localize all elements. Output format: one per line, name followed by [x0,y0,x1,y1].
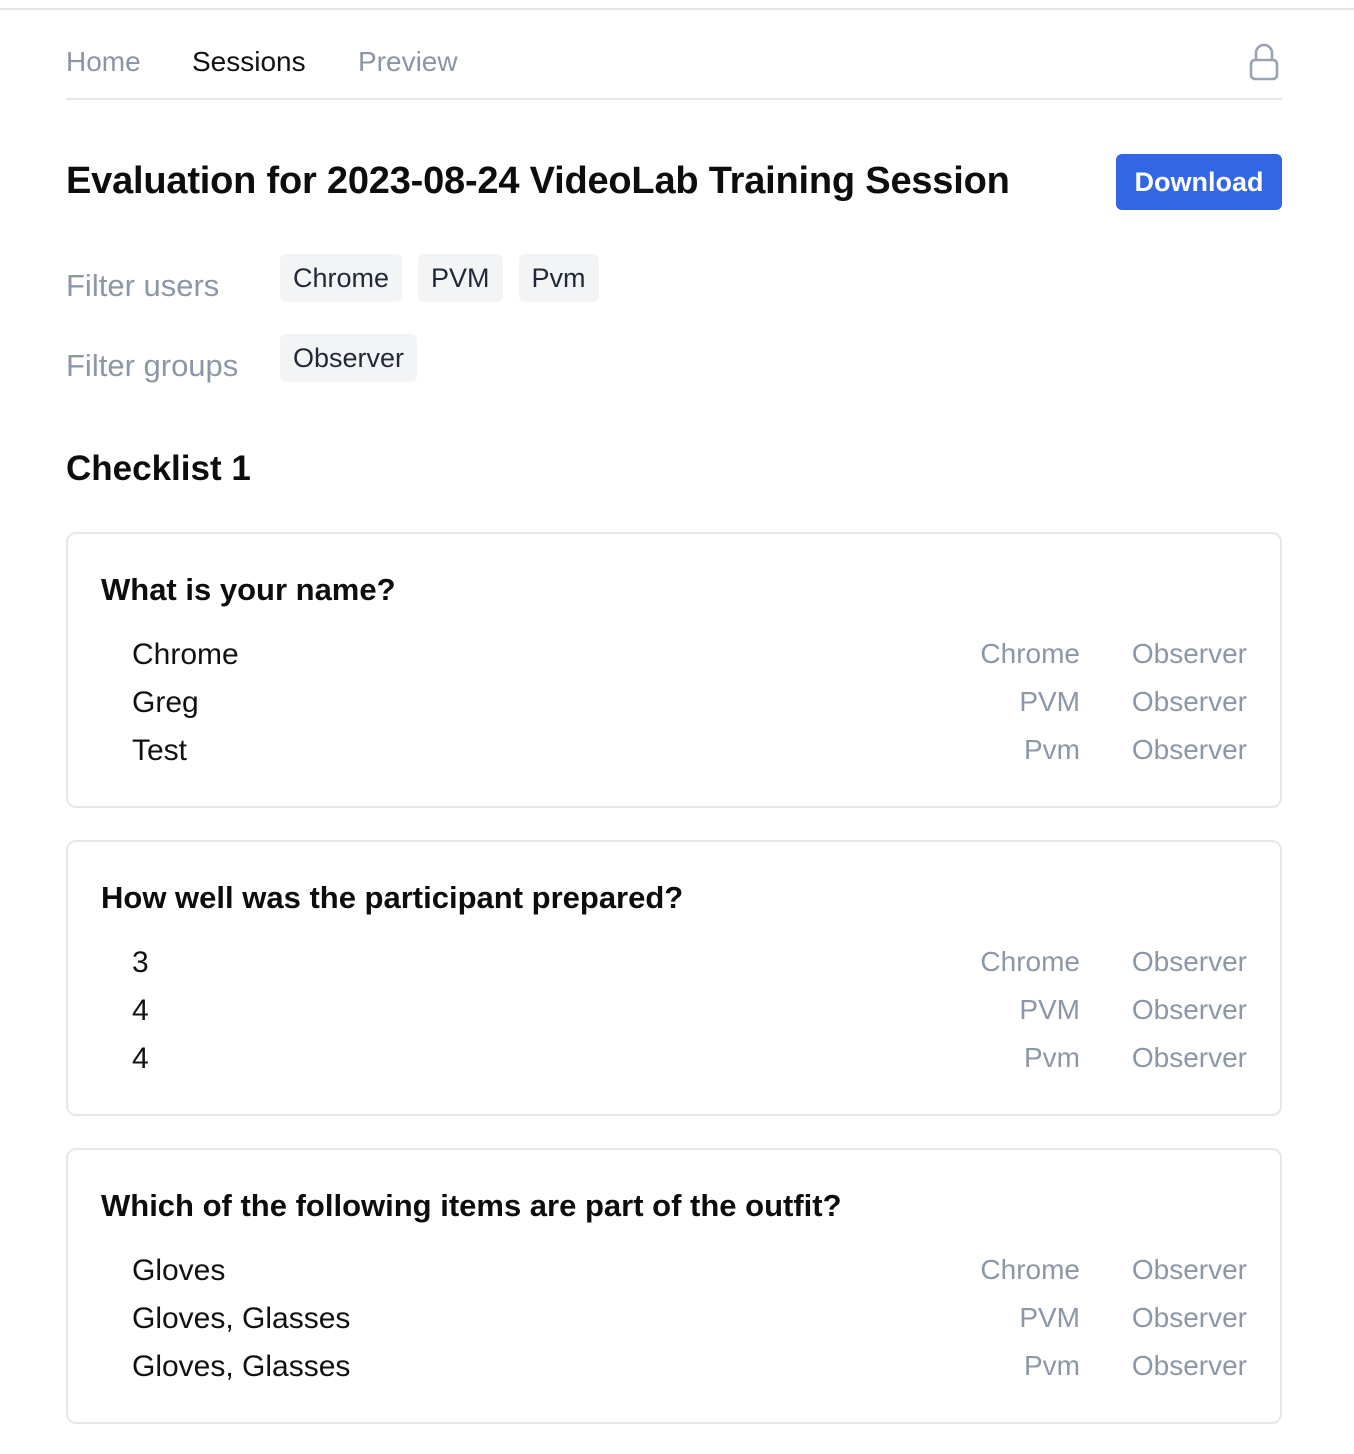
question-text: How well was the participant prepared? [101,880,684,915]
filter-groups-row: Filter groups Observer [66,334,1282,414]
title-row: Evaluation for 2023-08-24 VideoLab Train… [66,100,1282,254]
answer-row: 3 Chrome Observer [68,940,1280,988]
answer-value: Gloves, Glasses [132,1350,351,1383]
answer-user: Pvm [1024,1350,1080,1381]
answer-row: 4 Pvm Observer [68,1036,1280,1084]
question-card: How well was the participant prepared? 3… [66,840,1282,1116]
answer-row: Gloves, Glasses Pvm Observer [68,1344,1280,1392]
answer-group: Observer [1131,946,1247,977]
filter-group-chip[interactable]: Observer [280,334,418,382]
answer-row: Gloves Chrome Observer [68,1248,1280,1296]
filter-groups-label: Filter groups [66,348,239,383]
answer-group: Observer [1131,1254,1247,1285]
top-nav: Home Sessions Preview [66,10,1282,100]
answer-value: Gloves, Glasses [132,1302,351,1335]
answer-list: Gloves Chrome Observer Gloves, Glasses P… [68,1248,1280,1392]
checklist-title: Checklist 1 [66,449,251,488]
answer-list: 3 Chrome Observer 4 PVM Observer 4 Pvm O… [68,940,1280,1084]
answer-row: Greg PVM Observer [68,680,1280,728]
answer-group: Observer [1131,686,1247,717]
lock-icon[interactable] [1248,42,1280,82]
answer-group: Observer [1131,1302,1247,1333]
filter-user-chip[interactable]: Pvm [518,254,599,302]
answer-group: Observer [1131,1350,1247,1381]
question-card: Which of the following items are part of… [66,1148,1282,1424]
question-card: What is your name? Chrome Chrome Observe… [66,532,1282,808]
download-button[interactable]: Download [1116,154,1282,210]
answer-group: Observer [1131,734,1247,765]
nav-sessions-link[interactable]: Sessions [192,46,306,78]
answer-group: Observer [1131,994,1247,1025]
answer-user: PVM [1019,1302,1080,1333]
answer-value: Gloves [132,1254,226,1287]
filter-users-label: Filter users [66,268,220,303]
filter-user-chip[interactable]: PVM [418,254,503,302]
filter-groups-chips: Observer [280,334,418,382]
nav-home-link[interactable]: Home [66,46,141,78]
answer-group: Observer [1131,1042,1247,1073]
question-text: What is your name? [101,572,396,607]
answer-group: Observer [1131,638,1247,669]
nav-preview-link[interactable]: Preview [358,46,458,78]
answer-value: 4 [132,994,149,1027]
page-container: Home Sessions Preview Evaluation for 202… [66,10,1282,1424]
answer-user: PVM [1019,686,1080,717]
filter-users-row: Filter users Chrome PVM Pvm [66,254,1282,334]
filter-users-chips: Chrome PVM Pvm [280,254,599,302]
answer-row: 4 PVM Observer [68,988,1280,1036]
answer-user: Chrome [980,946,1080,977]
answer-value: Greg [132,686,199,719]
filter-user-chip[interactable]: Chrome [280,254,403,302]
page-title: Evaluation for 2023-08-24 VideoLab Train… [66,160,1010,202]
answer-value: 4 [132,1042,149,1075]
answer-row: Test Pvm Observer [68,728,1280,776]
answer-user: Pvm [1024,1042,1080,1073]
answer-row: Gloves, Glasses PVM Observer [68,1296,1280,1344]
answer-user: Pvm [1024,734,1080,765]
answer-value: Chrome [132,638,239,671]
answer-user: Chrome [980,638,1080,669]
answer-row: Chrome Chrome Observer [68,632,1280,680]
answer-value: Test [132,734,188,767]
answer-value: 3 [132,946,149,979]
question-text: Which of the following items are part of… [101,1188,842,1223]
answer-user: PVM [1019,994,1080,1025]
answer-user: Chrome [980,1254,1080,1285]
answer-list: Chrome Chrome Observer Greg PVM Observer… [68,632,1280,776]
